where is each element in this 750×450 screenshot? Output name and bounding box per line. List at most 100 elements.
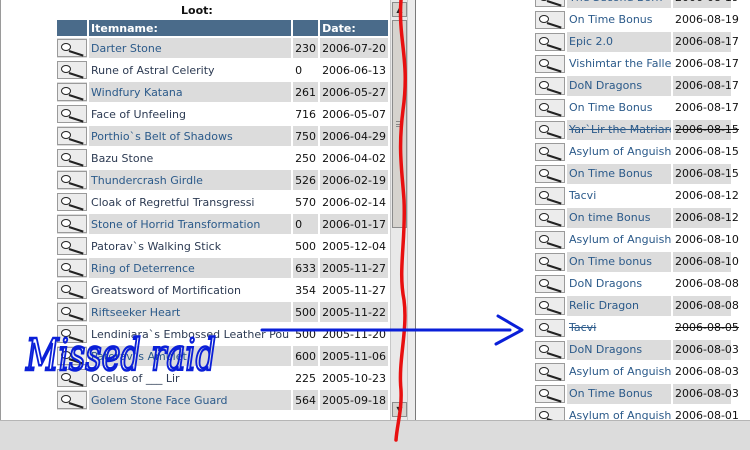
loot-row: Porthio`s Belt of Shadows 750 2006-04-29 xyxy=(57,126,388,146)
item-date: 2006-05-27 xyxy=(320,82,388,102)
raid-name[interactable]: On Time Bonus xyxy=(567,384,671,404)
item-date: 2006-07-20 xyxy=(320,38,388,58)
item-name[interactable]: Golem Stone Face Guard xyxy=(89,390,292,410)
item-name[interactable]: Ring of Deterrence xyxy=(89,258,292,278)
magnifier-icon[interactable] xyxy=(535,341,565,359)
magnifier-icon[interactable] xyxy=(57,83,87,101)
item-date: 2005-11-27 xyxy=(320,280,388,300)
raid-name[interactable]: Relic Dragon xyxy=(567,296,671,316)
magnifier-icon[interactable] xyxy=(535,385,565,403)
magnifier-icon[interactable] xyxy=(57,61,87,79)
item-value: 230 xyxy=(293,38,319,58)
loot-pane: Loot: Itemname: Date: Darter Stone 230 200… xyxy=(0,0,390,420)
magnifier-icon[interactable] xyxy=(535,165,565,183)
magnifier-icon[interactable] xyxy=(57,325,87,343)
item-date: 2006-02-14 xyxy=(320,192,388,212)
magnifier-icon[interactable] xyxy=(57,369,87,387)
raid-date: 2006-08-12 xyxy=(673,208,739,228)
item-name[interactable]: Patorav`s Amulet xyxy=(89,346,292,366)
magnifier-icon[interactable] xyxy=(57,105,87,123)
item-name[interactable]: Ocelus of ___ Lir xyxy=(89,368,292,388)
item-name[interactable]: Patorav`s Walking Stick xyxy=(89,236,292,256)
item-name[interactable]: Stone of Horrid Transformation xyxy=(89,214,292,234)
magnifier-icon[interactable] xyxy=(57,127,87,145)
icon-cell xyxy=(57,126,88,146)
raid-date: 2006-08-17 xyxy=(673,54,739,74)
item-name[interactable]: Thundercrash Girdle xyxy=(89,170,292,190)
magnifier-icon[interactable] xyxy=(535,77,565,95)
item-name[interactable]: Cloak of Regretful Transgressi xyxy=(89,192,292,212)
scroll-thumb[interactable] xyxy=(392,20,407,228)
raid-name[interactable]: On Time Bonus xyxy=(567,10,671,30)
magnifier-icon[interactable] xyxy=(535,11,565,29)
item-name[interactable]: Face of Unfeeling xyxy=(89,104,292,124)
loot-row: Darter Stone 230 2006-07-20 xyxy=(57,38,388,58)
raid-name[interactable]: Yar`Lir the Matriarch xyxy=(567,120,671,140)
item-value: 225 xyxy=(293,368,319,388)
magnifier-icon[interactable] xyxy=(535,209,565,227)
magnifier-icon[interactable] xyxy=(57,39,87,57)
item-name[interactable]: Windfury Katana xyxy=(89,82,292,102)
item-name[interactable]: Bazu Stone xyxy=(89,148,292,168)
raid-name[interactable]: Tacvi xyxy=(567,318,671,338)
item-name[interactable]: Riftseeker Heart xyxy=(89,302,292,322)
item-name[interactable]: Lendiniara`s Embossed Leather Pou xyxy=(89,324,292,344)
magnifier-icon[interactable] xyxy=(57,391,87,409)
magnifier-icon[interactable] xyxy=(535,319,565,337)
magnifier-icon[interactable] xyxy=(57,237,87,255)
raid-name[interactable]: DoN Dragons xyxy=(567,76,671,96)
magnifier-icon[interactable] xyxy=(535,99,565,117)
item-name[interactable]: Greatsword of Mortification xyxy=(89,280,292,300)
item-name[interactable]: Porthio`s Belt of Shadows xyxy=(89,126,292,146)
raid-name[interactable]: The Second Born xyxy=(567,0,671,8)
magnifier-icon[interactable] xyxy=(535,275,565,293)
magnifier-icon[interactable] xyxy=(535,297,565,315)
icon-cell xyxy=(57,82,88,102)
magnifier-icon[interactable] xyxy=(535,0,565,7)
magnifier-icon[interactable] xyxy=(535,55,565,73)
raid-date: 2006-08-19 xyxy=(673,0,739,8)
magnifier-icon[interactable] xyxy=(535,407,565,420)
magnifier-icon[interactable] xyxy=(57,171,87,189)
icon-cell xyxy=(57,324,88,344)
raid-name[interactable]: DoN Dragons xyxy=(567,340,671,360)
magnifier-icon[interactable] xyxy=(535,121,565,139)
magnifier-icon[interactable] xyxy=(57,193,87,211)
item-name[interactable]: Darter Stone xyxy=(89,38,292,58)
raid-date: 2006-08-17 xyxy=(673,98,739,118)
magnifier-icon[interactable] xyxy=(535,187,565,205)
raid-name[interactable]: On time Bonus xyxy=(567,208,671,228)
magnifier-icon[interactable] xyxy=(57,303,87,321)
raid-name[interactable]: On Time Bonus xyxy=(567,164,671,184)
raid-name[interactable]: Asylum of Anguish xyxy=(567,406,671,420)
magnifier-icon[interactable] xyxy=(535,231,565,249)
magnifier-icon[interactable] xyxy=(57,149,87,167)
item-value: 0 xyxy=(293,60,319,80)
raid-name[interactable]: DoN Dragons xyxy=(567,274,671,294)
magnifier-icon[interactable] xyxy=(57,215,87,233)
loot-title: Loot: xyxy=(181,4,213,17)
magnifier-icon[interactable] xyxy=(57,259,87,277)
magnifier-icon[interactable] xyxy=(535,143,565,161)
vertical-scrollbar[interactable]: ▲ ▼ xyxy=(390,0,408,420)
item-date: 2006-05-07 xyxy=(320,104,388,124)
magnifier-icon[interactable] xyxy=(535,33,565,51)
magnifier-icon[interactable] xyxy=(57,281,87,299)
magnifier-icon[interactable] xyxy=(535,363,565,381)
raid-date: 2006-08-01 xyxy=(673,406,739,420)
item-name[interactable]: Rune of Astral Celerity xyxy=(89,60,292,80)
raid-name[interactable]: Vishimtar the Fallen xyxy=(567,54,671,74)
raid-name[interactable]: Asylum of Anguish xyxy=(567,230,671,250)
raid-name[interactable]: Asylum of Anguish xyxy=(567,142,671,162)
raid-name[interactable]: On Time Bonus xyxy=(567,98,671,118)
scroll-up-arrow-icon[interactable]: ▲ xyxy=(392,2,407,17)
item-value: 750 xyxy=(293,126,319,146)
raid-name[interactable]: Epic 2.0 xyxy=(567,32,671,52)
raid-name[interactable]: Asylum of Anguish xyxy=(567,362,671,382)
magnifier-icon[interactable] xyxy=(57,347,87,365)
scroll-down-arrow-icon[interactable]: ▼ xyxy=(392,402,407,417)
raid-name[interactable]: On Time bonus xyxy=(567,252,671,272)
loot-row: Golem Stone Face Guard 564 2005-09-18 xyxy=(57,390,388,410)
magnifier-icon[interactable] xyxy=(535,253,565,271)
raid-name[interactable]: Tacvi xyxy=(567,186,671,206)
